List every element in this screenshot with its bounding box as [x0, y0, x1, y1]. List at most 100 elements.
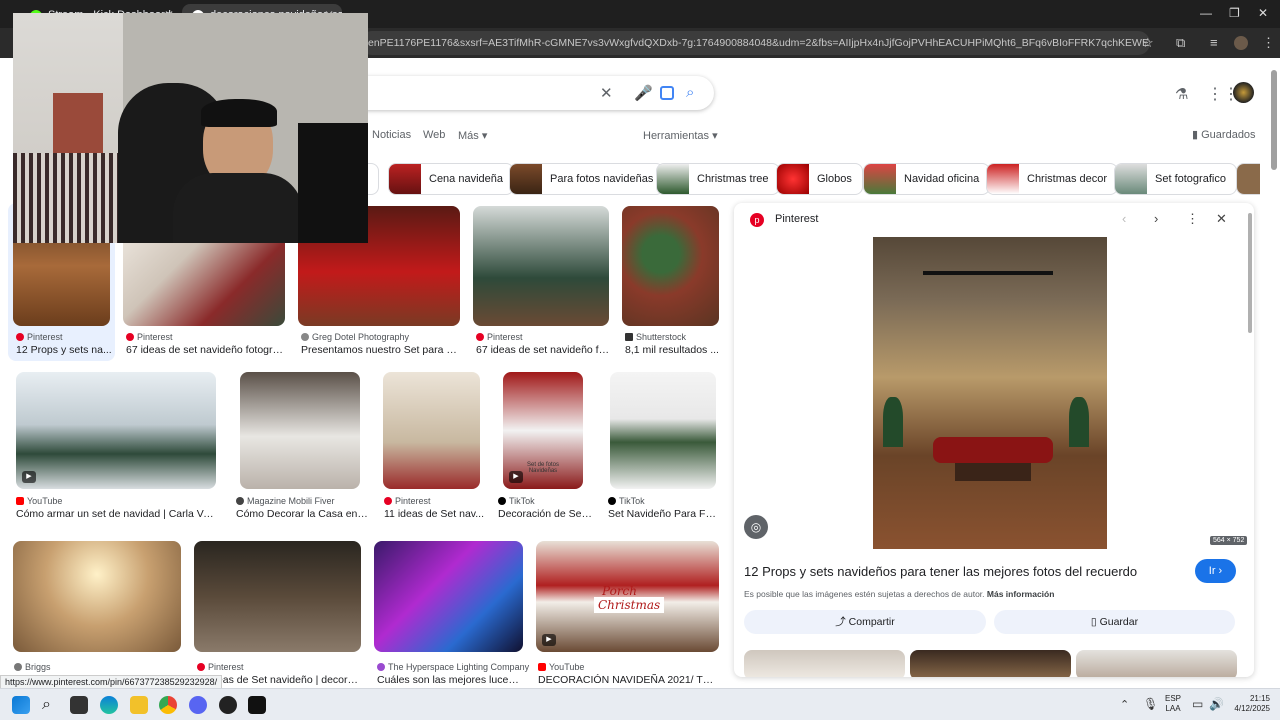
tab-mas[interactable]: Más ▾	[458, 129, 487, 142]
chip[interactable]: Cena navideña	[388, 163, 515, 195]
related-image[interactable]	[1076, 650, 1237, 677]
chrome-icon[interactable]	[159, 696, 177, 714]
result-title[interactable]: Cuáles son las mejores luces d...	[377, 674, 523, 686]
chip[interactable]	[1236, 163, 1260, 195]
result-title[interactable]: 67 ideas de set navideño fotografi...	[126, 344, 286, 356]
result-image[interactable]	[374, 541, 523, 652]
result-title[interactable]: Cómo armar un set de navidad | Carla Ver…	[16, 508, 216, 520]
page-scrollbar[interactable]	[1271, 70, 1277, 170]
result-title[interactable]: 1 ideas de Set navideño | decoraci...	[200, 674, 360, 686]
result-source: TikTok	[498, 496, 535, 506]
windows-start-icon[interactable]	[12, 696, 30, 714]
result-image[interactable]	[383, 372, 480, 489]
result-title[interactable]: 11 ideas de Set nav...	[384, 508, 490, 520]
minimize-icon[interactable]: —	[1200, 6, 1212, 20]
extensions-icon[interactable]: ⧉	[1176, 35, 1185, 51]
result-card[interactable]: Pinterest 11 ideas de Set nav...	[383, 372, 493, 524]
tools-button[interactable]: Herramientas ▾	[643, 129, 718, 142]
result-title[interactable]: 8,1 mil resultados ...	[625, 344, 720, 356]
tab-web[interactable]: Web	[423, 129, 445, 141]
result-image[interactable]: Set de fotos Navideñas ▶	[503, 372, 583, 489]
result-title[interactable]: 67 ideas de set navideño fot...	[476, 344, 610, 356]
save-button[interactable]: ▯ Guardar	[994, 610, 1235, 634]
result-card[interactable]: Briggs	[13, 541, 181, 688]
clock[interactable]: 21:15 4/12/2025	[1226, 694, 1270, 714]
share-button[interactable]: ⤴ Compartir	[744, 610, 986, 634]
tiktok-icon[interactable]	[248, 696, 266, 714]
task-view-icon[interactable]	[70, 696, 88, 714]
chip[interactable]: Christmas decor	[986, 163, 1119, 195]
chip-label: Christmas tree	[697, 173, 769, 185]
microphone-icon[interactable]: 🎤	[634, 84, 653, 102]
result-title[interactable]: Presentamos nuestro Set para se...	[301, 344, 461, 356]
clear-icon[interactable]: ✕	[600, 84, 613, 102]
search-icon[interactable]: ⌕	[42, 696, 60, 714]
menu-icon[interactable]: ⋮	[1262, 35, 1275, 51]
track-light-bar	[923, 271, 1053, 275]
bookmark-star-icon[interactable]: ☆	[1142, 35, 1154, 51]
maximize-icon[interactable]: ❐	[1229, 6, 1240, 20]
panel-scrollbar[interactable]	[1248, 213, 1252, 333]
result-image[interactable]	[610, 372, 716, 489]
media-icon[interactable]: ≡	[1210, 35, 1218, 50]
result-card[interactable]: Porch Christmas ▶ YouTube DECORACIÓN NAV…	[536, 541, 720, 688]
result-card[interactable]: Shutterstock 8,1 mil resultados ...	[622, 206, 720, 361]
result-title[interactable]: 12 Props y sets na...	[16, 344, 112, 356]
result-card[interactable]: ▶ YouTube Cómo armar un set de navidad |…	[13, 372, 217, 524]
result-image[interactable]	[194, 541, 361, 652]
preview-image[interactable]	[873, 237, 1107, 549]
result-card[interactable]: Pinterest 1 ideas de Set navideño | deco…	[193, 541, 361, 688]
chip[interactable]: Christmas tree	[656, 163, 780, 195]
language-layout: LAA	[1165, 704, 1181, 713]
result-image[interactable]: ▶	[16, 372, 216, 489]
microphone-icon[interactable]: 🎙	[1143, 697, 1158, 711]
discord-icon[interactable]	[189, 696, 207, 714]
edge-icon[interactable]	[100, 696, 118, 714]
panel-source[interactable]: Pinterest	[775, 213, 818, 225]
result-card[interactable]: The Hyperspace Lighting Company Cuáles s…	[373, 541, 529, 688]
result-image[interactable]	[473, 206, 609, 326]
related-image[interactable]	[744, 650, 905, 677]
search-icon[interactable]: ⌕	[686, 84, 694, 101]
volume-icon[interactable]: 🔊	[1209, 697, 1224, 711]
result-title[interactable]: DECORACIÓN NAVIDEÑA 2021/ TEN...	[538, 674, 718, 686]
chip[interactable]: Para fotos navideñas	[509, 163, 665, 195]
close-icon[interactable]: ✕	[1216, 211, 1227, 227]
account-avatar[interactable]	[1233, 82, 1254, 103]
profile-avatar[interactable]	[1234, 36, 1248, 50]
chip[interactable]: Set fotografico	[1114, 163, 1237, 195]
chip[interactable]: Navidad oficina	[863, 163, 991, 195]
labs-flask-icon[interactable]: ⚗	[1175, 85, 1188, 103]
result-image[interactable]	[240, 372, 360, 489]
more-options-icon[interactable]: ⋮	[1186, 211, 1199, 227]
related-image[interactable]	[910, 650, 1071, 677]
result-card[interactable]: TikTok Set Navideño Para Fot...	[607, 372, 719, 524]
visit-button[interactable]: Ir ›	[1195, 559, 1236, 583]
tab-noticias[interactable]: Noticias	[372, 129, 411, 141]
shutterstock-icon	[625, 333, 633, 341]
result-title[interactable]: Set Navideño Para Fot...	[608, 508, 716, 520]
panel-title[interactable]: 12 Props y sets navideños para tener las…	[744, 564, 1137, 579]
result-image[interactable]	[13, 541, 181, 652]
result-image[interactable]	[622, 206, 719, 326]
next-icon[interactable]: ›	[1154, 211, 1158, 226]
network-icon[interactable]: ▭	[1192, 697, 1203, 711]
result-card[interactable]: Magazine Mobili Fiver Cómo Decorar la Ca…	[233, 372, 368, 524]
close-window-icon[interactable]: ✕	[1258, 6, 1268, 20]
address-bar[interactable]: enPE1176PE1176&sxsrf=AE3TifMhR-cGMNE7vs3…	[360, 31, 1150, 55]
lens-icon[interactable]	[660, 86, 674, 100]
lens-search-icon[interactable]: ◎	[744, 515, 768, 539]
result-card[interactable]: Set de fotos Navideñas ▶ TikTok Decoració…	[497, 372, 597, 524]
chip[interactable]: Globos	[776, 163, 863, 195]
chevron-up-icon[interactable]: ⌃	[1120, 698, 1129, 711]
result-image[interactable]: Porch Christmas ▶	[536, 541, 719, 652]
more-info-link[interactable]: Más información	[987, 589, 1055, 599]
result-card[interactable]: Pinterest 67 ideas de set navideño fot..…	[473, 206, 610, 361]
app-icon[interactable]	[219, 696, 237, 714]
result-title[interactable]: Cómo Decorar la Casa en N...	[236, 508, 368, 520]
file-explorer-icon[interactable]	[130, 696, 148, 714]
result-title[interactable]: Decoración de Set ...	[498, 508, 592, 520]
previous-icon[interactable]: ‹	[1122, 211, 1126, 226]
language-indicator[interactable]: ESP LAA	[1165, 694, 1181, 714]
saved-button[interactable]: ▮ Guardados	[1192, 128, 1256, 141]
